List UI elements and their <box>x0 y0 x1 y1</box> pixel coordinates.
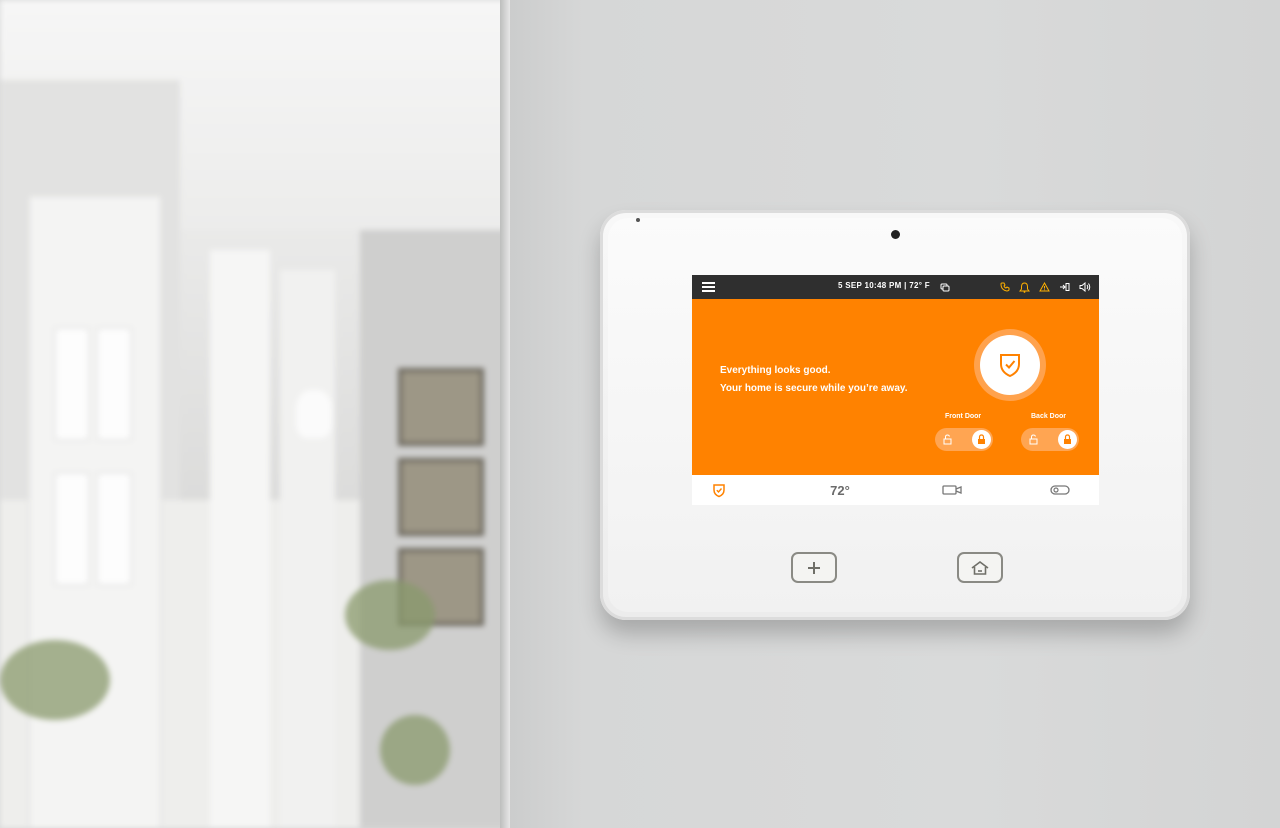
lock-knob <box>972 430 991 449</box>
status-led <box>636 218 640 222</box>
unlock-icon <box>943 434 952 445</box>
status-datetime: 5 SEP 10:48 PM | 72° F <box>838 281 930 290</box>
front-door-lock-toggle[interactable] <box>935 428 993 451</box>
phone-icon[interactable] <box>1000 282 1010 292</box>
camera-icon <box>942 485 962 495</box>
toggle-icon <box>1050 485 1070 495</box>
status-bar: 5 SEP 10:48 PM | 72° F <box>692 275 1099 299</box>
home-button[interactable] <box>957 552 1003 583</box>
panic-plus-button[interactable] <box>791 552 837 583</box>
armed-status-button[interactable] <box>980 335 1040 395</box>
back-door-label: Back Door <box>1031 413 1067 420</box>
status-message-subtitle: Your home is secure while you’re away. <box>720 383 908 394</box>
plus-icon <box>808 561 820 574</box>
status-hero-panel: Everything looks good. Your home is secu… <box>692 299 1099 475</box>
tab-security[interactable] <box>712 475 726 505</box>
home-icon <box>971 560 989 575</box>
front-door-label: Front Door <box>945 413 982 420</box>
lock-icon <box>978 434 985 444</box>
status-message-title: Everything looks good. <box>720 365 831 376</box>
touchscreen: 5 SEP 10:48 PM | 72° F Everything looks <box>692 275 1099 505</box>
exit-icon[interactable] <box>1059 282 1070 292</box>
volume-icon[interactable] <box>1079 282 1091 292</box>
hallway-background <box>0 0 508 828</box>
lock-icon <box>1064 434 1071 444</box>
warning-icon[interactable] <box>1039 282 1050 292</box>
menu-icon[interactable] <box>702 282 715 292</box>
tab-devices[interactable] <box>1040 475 1080 505</box>
lock-knob <box>1058 430 1077 449</box>
tab-cameras[interactable] <box>932 475 972 505</box>
unlock-icon <box>1029 434 1038 445</box>
front-camera-lens <box>891 230 900 239</box>
cloud-sync-icon <box>940 282 950 292</box>
shield-check-icon <box>1000 354 1020 378</box>
status-icons <box>940 280 1091 294</box>
bell-icon[interactable] <box>1019 281 1030 293</box>
tab-thermostat[interactable]: 72° <box>820 475 860 505</box>
back-door-lock-toggle[interactable] <box>1021 428 1079 451</box>
wall-corner <box>500 0 510 828</box>
shield-icon <box>713 483 725 497</box>
bottom-tab-bar: 72° <box>692 475 1099 505</box>
